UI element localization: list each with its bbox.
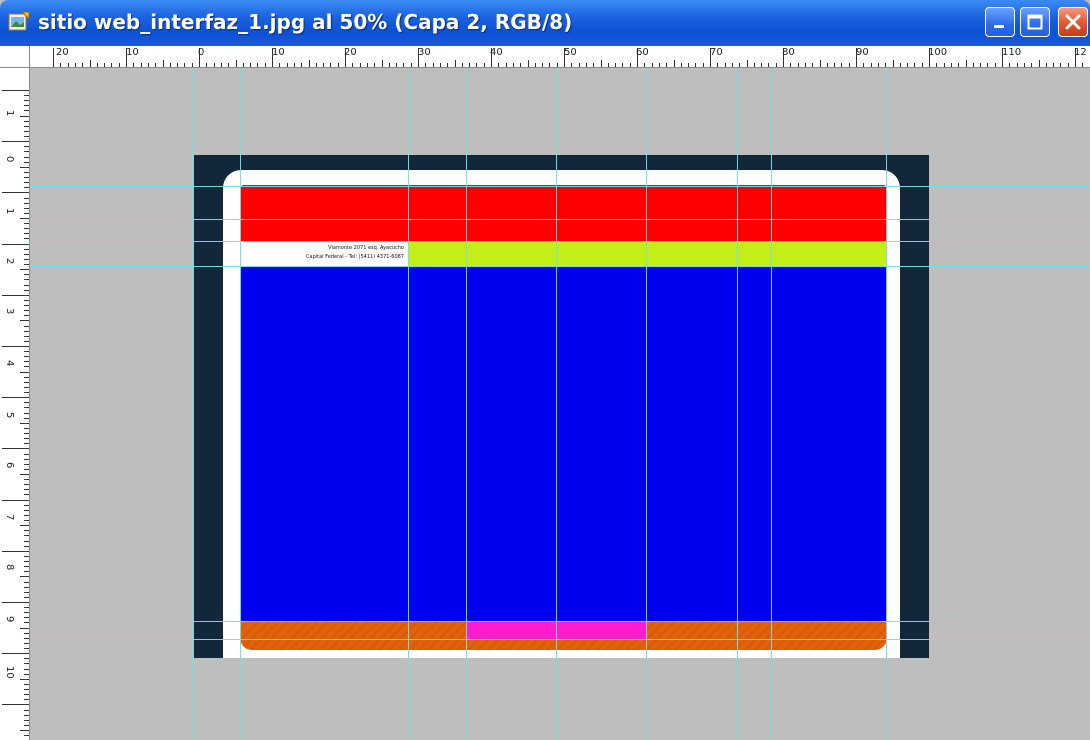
minimize-button[interactable] [985,7,1015,37]
minimize-icon [994,25,1004,28]
ruler-label: 70 [710,47,723,58]
ruler-label: 90 [856,47,869,58]
maximize-button[interactable] [1020,7,1050,37]
header-block [240,185,887,242]
vertical-ruler[interactable]: 1 0 1 2 3 4 5 6 7 8 9 10 [0,68,30,740]
horizontal-ruler[interactable]: 20 10 0 10 20 30 40 50 60 70 80 90 100 1… [0,46,1090,68]
content-area [240,267,887,622]
guide-horizontal[interactable] [30,621,1090,622]
ruler-label: 100 [928,47,948,58]
ruler-label: 60 [636,47,649,58]
ruler-label: 0 [198,47,205,58]
ruler-label: 20 [56,47,69,58]
ruler-label: 2 [4,258,15,265]
ruler-label: 30 [418,47,431,58]
ruler-label: 4 [4,360,15,367]
ruler-label: 20 [344,47,357,58]
ruler-label: 3 [4,308,15,315]
vertical-ruler-ticks [2,90,29,736]
ruler-label: 5 [4,412,15,419]
ruler-label: 8 [4,564,15,571]
ruler-label: 10 [126,47,139,58]
horizontal-ruler-ticks [53,48,1083,67]
close-button[interactable] [1058,7,1088,37]
ruler-label: 50 [564,47,577,58]
ruler-label: 6 [4,462,15,469]
address-line-1: Viamonte 2071 esq. Ayacucho [328,245,404,251]
ruler-label: 10 [272,47,285,58]
address-line-2: Capital Federal - Tel: (5411) 4371-6087 [306,254,404,260]
ruler-label: 9 [4,616,15,623]
ruler-label: 1 [4,208,15,215]
guide-horizontal[interactable] [30,266,1090,267]
window-title: sitio web_interfaz_1.jpg al 50% (Capa 2,… [38,10,573,34]
maximize-icon [1027,14,1043,30]
window-title-bar[interactable]: sitio web_interfaz_1.jpg al 50% (Capa 2,… [0,0,1090,46]
ruler-label: 7 [4,514,15,521]
ruler-label: 12 [1074,47,1087,58]
ruler-label: 40 [490,47,503,58]
ruler-origin[interactable] [0,46,30,68]
ruler-label: 1 [4,110,15,117]
close-icon [1065,14,1081,30]
ruler-label: 80 [782,47,795,58]
address-box: Viamonte 2071 esq. Ayacucho Capital Fede… [240,242,408,267]
ruler-label: 10 [4,666,15,679]
ruler-label: 0 [4,156,15,163]
guide-horizontal[interactable] [30,241,1090,242]
nav-bar [408,242,887,267]
guide-horizontal[interactable] [30,639,1090,640]
photoshop-document-icon [8,11,30,31]
guide-horizontal[interactable] [30,219,1090,220]
ruler-label: 110 [1002,47,1022,58]
guide-horizontal[interactable] [30,186,1090,187]
